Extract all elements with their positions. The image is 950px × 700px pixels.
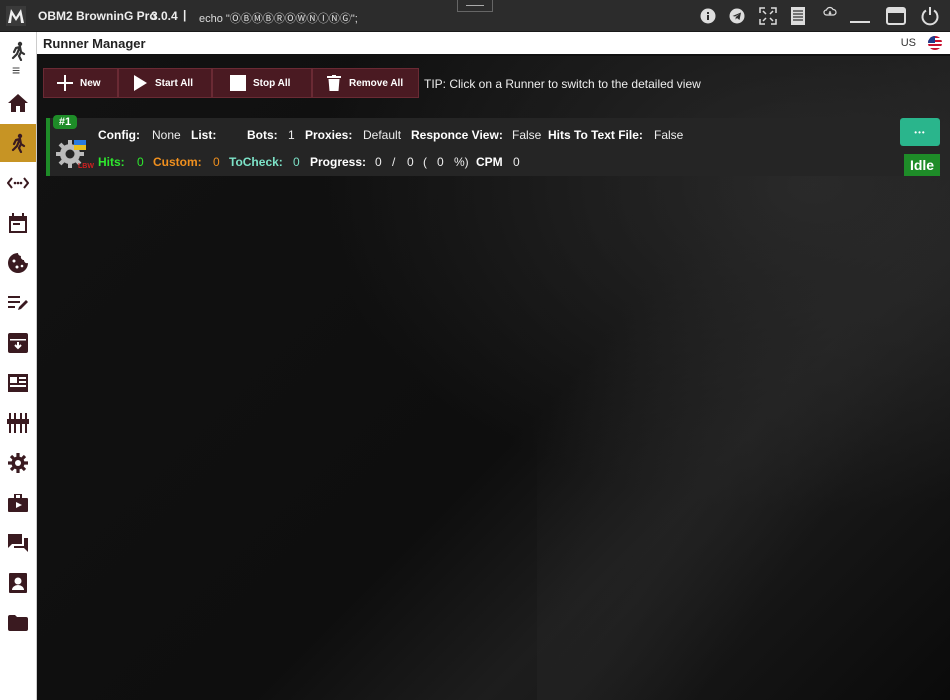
cpm-label: CPM	[476, 155, 503, 169]
progress-total: 0	[407, 155, 414, 169]
language-label[interactable]: US	[901, 37, 916, 49]
sidebar-item-jobs[interactable]	[0, 484, 36, 522]
stop-all-button[interactable]: Stop All	[212, 68, 312, 98]
sidebar-item-runner[interactable]	[0, 124, 36, 162]
runner-card[interactable]: #1 LBW Config: None List: Bots: 1 Proxie…	[46, 115, 940, 176]
cloud-icon[interactable]	[820, 2, 840, 22]
hits-to-file-value: False	[654, 128, 684, 142]
config-label: Config:	[98, 128, 140, 142]
echo-text: echo "ⓄⒷⓂⒷⓇⓄⓌⓃⒾⓃⒼ";	[199, 13, 358, 25]
progress-close-paren: %)	[454, 155, 469, 169]
new-button[interactable]: New	[43, 68, 118, 98]
stop-all-label: Stop All	[253, 77, 291, 89]
sidebar-menu-toggle[interactable]: ≡	[12, 62, 20, 78]
tocheck-label: ToCheck:	[229, 155, 283, 169]
bots-label: Bots:	[247, 128, 278, 142]
proxies-value: Default	[363, 128, 402, 142]
list-label: List:	[191, 128, 217, 142]
home-icon	[8, 94, 28, 112]
sidebar-item-account[interactable]	[0, 564, 36, 602]
stop-icon	[229, 74, 247, 92]
hits-label: Hits:	[98, 155, 125, 169]
archive-icon	[8, 333, 28, 353]
main-content: New Start All Stop All Remove All TIP: C…	[37, 56, 950, 700]
title-separator: |	[183, 8, 187, 22]
config-value: None	[152, 128, 181, 142]
sidebar-item-archive[interactable]	[0, 324, 36, 362]
sidebar-item-folder[interactable]	[0, 604, 36, 642]
proxy-icon	[7, 177, 29, 189]
remove-all-label: Remove All	[349, 77, 404, 89]
start-all-label: Start All	[155, 77, 193, 89]
power-icon[interactable]	[920, 6, 940, 26]
page-header: Runner Manager US	[37, 32, 950, 56]
app-logo	[6, 6, 26, 26]
minimize-icon[interactable]	[850, 6, 870, 26]
sidebar-item-chat[interactable]	[0, 524, 36, 562]
runner-icon	[11, 41, 26, 61]
hits-to-file-label: Hits To Text File:	[548, 128, 643, 142]
bots-value: 1	[288, 128, 295, 142]
hits-value: 0	[137, 155, 144, 169]
response-view-value: False	[512, 128, 542, 142]
jobs-icon	[8, 494, 28, 512]
folder-icon	[8, 615, 28, 631]
maximize-icon[interactable]	[886, 6, 906, 26]
new-button-label: New	[80, 77, 101, 89]
progress-open-paren: (	[423, 155, 427, 169]
response-view-label: Responce View:	[411, 128, 503, 142]
tip-text: TIP: Click on a Runner to switch to the …	[424, 77, 701, 91]
progress-separator: /	[392, 155, 396, 169]
app-title: OBM2 BrowninG Pro	[38, 9, 157, 23]
sidebar-item-editor[interactable]	[0, 284, 36, 322]
sidebar-item-home[interactable]	[0, 84, 36, 122]
title-bar: OBM2 BrowninG Pro 3.0.4 | echo "ⓄⒷⓂⒷⓇⓄⓌⓃ…	[0, 0, 950, 32]
sidebar-item-wordlist[interactable]	[0, 364, 36, 402]
fullscreen-icon[interactable]	[758, 6, 778, 26]
runner-number-badge: #1	[53, 115, 77, 129]
wordlist-icon	[8, 374, 28, 392]
start-all-button[interactable]: Start All	[118, 68, 212, 98]
account-icon	[9, 573, 27, 593]
more-dots-icon: •••	[914, 127, 926, 137]
sidebar-item-settings[interactable]	[0, 444, 36, 482]
drag-handle[interactable]	[457, 0, 493, 12]
page-title: Runner Manager	[43, 36, 146, 51]
us-flag-icon[interactable]	[928, 36, 942, 50]
svg-text:LBW: LBW	[78, 163, 94, 170]
info-icon[interactable]	[698, 6, 718, 26]
runner-icon	[11, 133, 26, 153]
log-icon[interactable]	[788, 6, 808, 26]
sidebar-item-calendar[interactable]	[0, 204, 36, 242]
progress-label: Progress:	[310, 155, 367, 169]
sidebar-item-proxy[interactable]	[0, 164, 36, 202]
tocheck-value: 0	[293, 155, 300, 169]
sidebar-item-cookies[interactable]	[0, 244, 36, 282]
editor-icon	[8, 296, 28, 310]
settings-icon	[8, 453, 28, 473]
sidebar-item-plugins[interactable]	[0, 404, 36, 442]
play-icon	[131, 74, 149, 92]
telegram-icon[interactable]	[727, 6, 747, 26]
sidebar: ≡	[0, 32, 37, 700]
status-badge: Idle	[904, 154, 940, 176]
progress-percent: 0	[437, 155, 444, 169]
plus-icon	[56, 74, 74, 92]
app-version: 3.0.4	[151, 9, 178, 23]
custom-value: 0	[213, 155, 220, 169]
progress-done: 0	[375, 155, 382, 169]
config-gear-icon: LBW	[56, 140, 94, 170]
trash-icon	[325, 74, 343, 92]
custom-label: Custom:	[153, 155, 202, 169]
cookie-icon	[8, 253, 28, 273]
remove-all-button[interactable]: Remove All	[312, 68, 419, 98]
cpm-value: 0	[513, 155, 520, 169]
chat-icon	[8, 534, 28, 552]
plugins-icon	[7, 413, 29, 433]
proxies-label: Proxies:	[305, 128, 353, 142]
runner-menu-button[interactable]: •••	[900, 118, 940, 146]
calendar-icon	[9, 213, 27, 233]
